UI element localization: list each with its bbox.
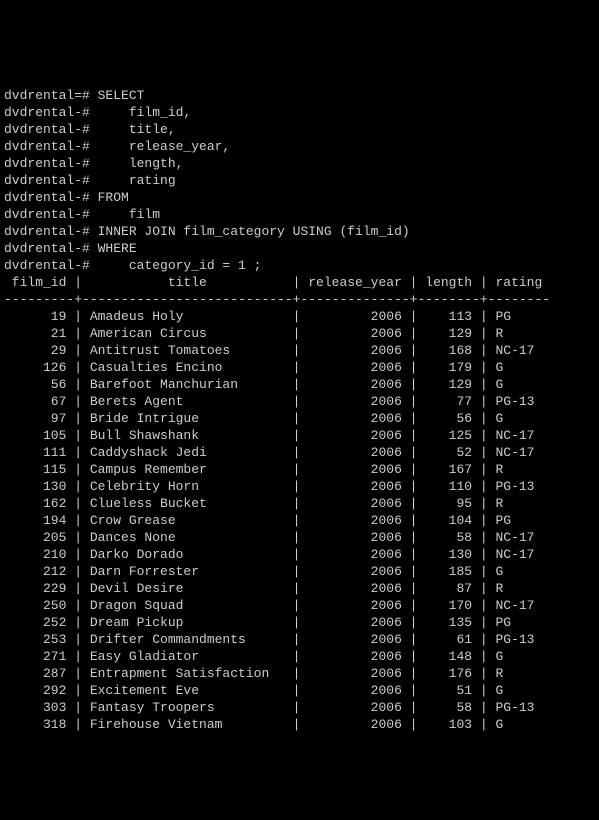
sql-query-line: dvdrental-# INNER JOIN film_category USI… [4,223,595,240]
sql-query-line: dvdrental-# rating [4,172,595,189]
result-data-row: 287 | Entrapment Satisfaction | 2006 | 1… [4,665,595,682]
sql-query-line: dvdrental=# SELECT [4,87,595,104]
sql-query-line: dvdrental-# film [4,206,595,223]
result-data-row: 250 | Dragon Squad | 2006 | 170 | NC-17 [4,597,595,614]
result-data-row: 29 | Antitrust Tomatoes | 2006 | 168 | N… [4,342,595,359]
result-data-row: 210 | Darko Dorado | 2006 | 130 | NC-17 [4,546,595,563]
result-data-row: 271 | Easy Gladiator | 2006 | 148 | G [4,648,595,665]
result-data-row: 318 | Firehouse Vietnam | 2006 | 103 | G [4,716,595,733]
result-data-row: 111 | Caddyshack Jedi | 2006 | 52 | NC-1… [4,444,595,461]
result-data-row: 126 | Casualties Encino | 2006 | 179 | G [4,359,595,376]
result-data-row: 21 | American Circus | 2006 | 129 | R [4,325,595,342]
result-data-row: 130 | Celebrity Horn | 2006 | 110 | PG-1… [4,478,595,495]
result-data-row: 19 | Amadeus Holy | 2006 | 113 | PG [4,308,595,325]
terminal-output: dvdrental=# SELECTdvdrental-# film_id,dv… [0,85,599,735]
result-data-row: 105 | Bull Shawshank | 2006 | 125 | NC-1… [4,427,595,444]
sql-query-line: dvdrental-# title, [4,121,595,138]
result-data-row: 229 | Devil Desire | 2006 | 87 | R [4,580,595,597]
sql-query-line: dvdrental-# release_year, [4,138,595,155]
result-header-row: film_id | title | release_year | length … [4,274,595,291]
sql-query-line: dvdrental-# WHERE [4,240,595,257]
result-data-row: 67 | Berets Agent | 2006 | 77 | PG-13 [4,393,595,410]
result-data-row: 205 | Dances None | 2006 | 58 | NC-17 [4,529,595,546]
result-data-row: 253 | Drifter Commandments | 2006 | 61 |… [4,631,595,648]
result-data-row: 303 | Fantasy Troopers | 2006 | 58 | PG-… [4,699,595,716]
result-data-row: 292 | Excitement Eve | 2006 | 51 | G [4,682,595,699]
result-data-row: 56 | Barefoot Manchurian | 2006 | 129 | … [4,376,595,393]
sql-query-line: dvdrental-# category_id = 1 ; [4,257,595,274]
sql-query-line: dvdrental-# FROM [4,189,595,206]
result-data-row: 97 | Bride Intrigue | 2006 | 56 | G [4,410,595,427]
result-data-row: 212 | Darn Forrester | 2006 | 185 | G [4,563,595,580]
result-data-row: 115 | Campus Remember | 2006 | 167 | R [4,461,595,478]
sql-query-line: dvdrental-# film_id, [4,104,595,121]
result-data-row: 252 | Dream Pickup | 2006 | 135 | PG [4,614,595,631]
result-data-row: 162 | Clueless Bucket | 2006 | 95 | R [4,495,595,512]
result-separator-row: ---------+---------------------------+--… [4,291,595,308]
result-data-row: 194 | Crow Grease | 2006 | 104 | PG [4,512,595,529]
sql-query-line: dvdrental-# length, [4,155,595,172]
